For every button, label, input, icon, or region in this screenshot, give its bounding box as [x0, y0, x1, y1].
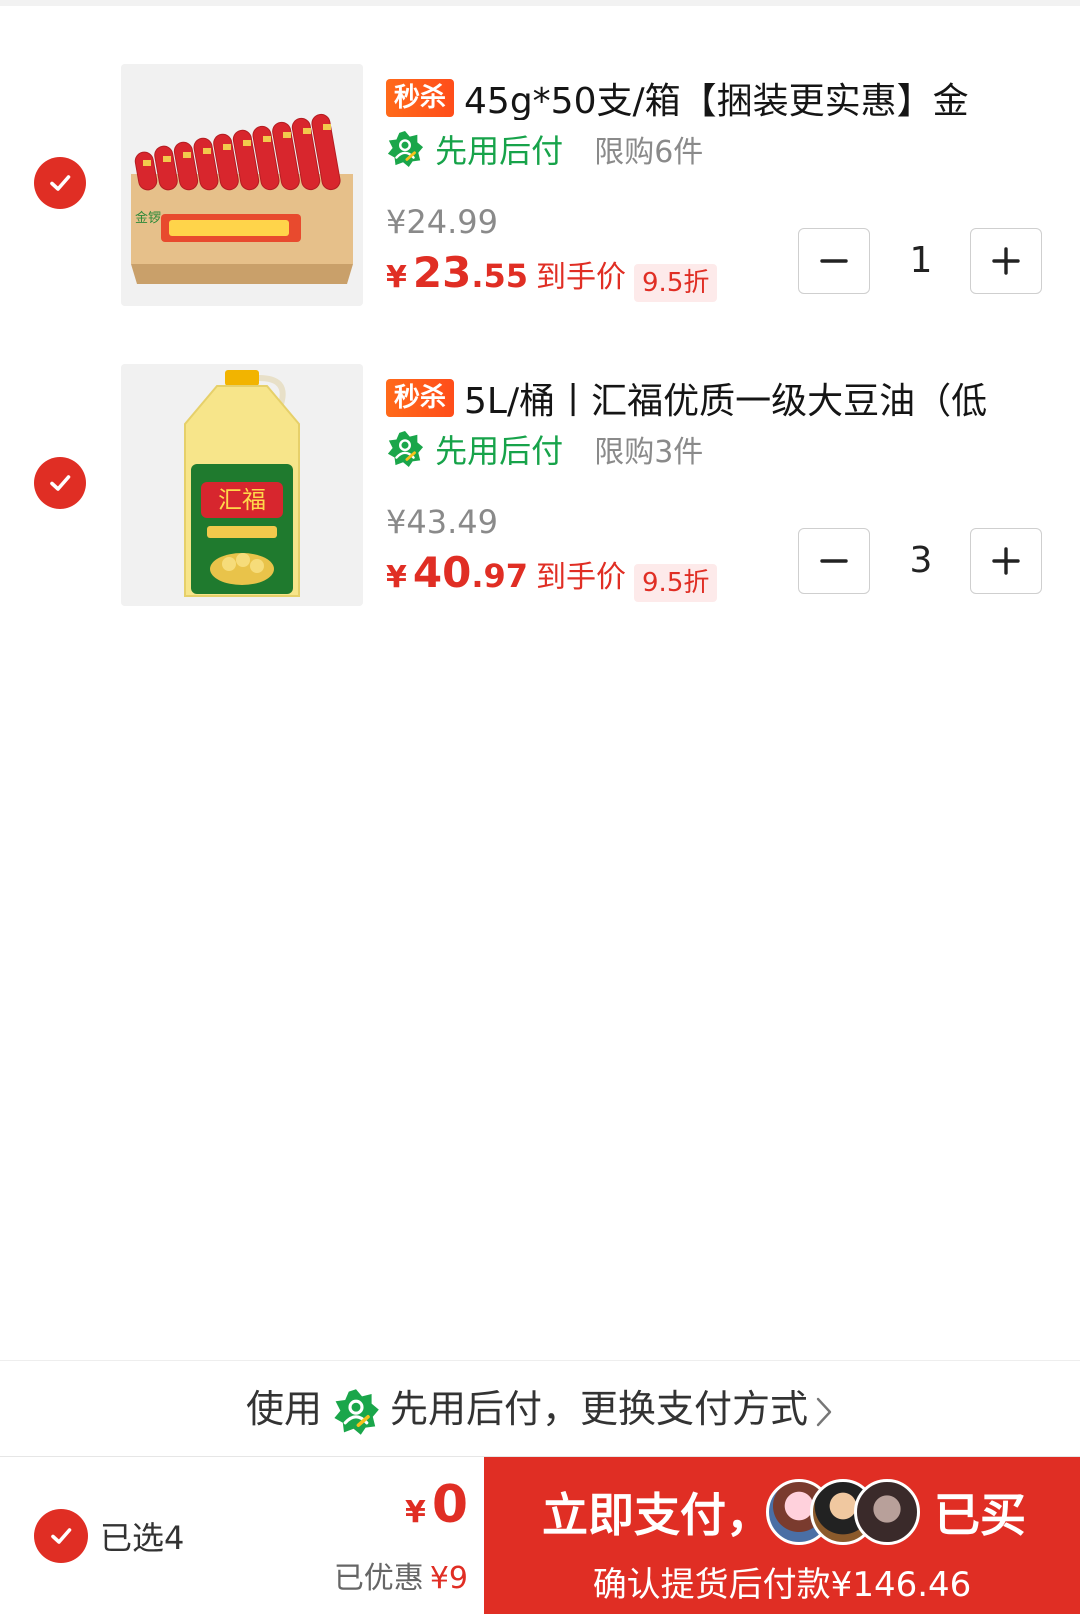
price-currency: ¥ [386, 260, 407, 295]
chevron-right-icon [816, 1397, 832, 1426]
payment-method-switch[interactable]: 使用 先用后付，更换支付方式 [0, 1360, 1080, 1457]
final-price-row: ¥40.97 到手价 9.5折 [386, 548, 718, 602]
discount-badge: 9.5折 [634, 563, 718, 602]
pay-after-delivery-note: 确认提货后付款¥146.46 [592, 1565, 972, 1605]
total-amount: 0 [431, 1475, 468, 1535]
svg-text:汇福: 汇福 [218, 486, 266, 514]
pay-later-row: 先用后付 限购3件 [386, 426, 703, 470]
checkout-bar: 已选4 ¥0 已优惠 ¥9 立即支付， 已买 确认提货后付款¥146.46 [0, 1456, 1080, 1614]
item-checkbox[interactable] [34, 157, 86, 209]
product-title[interactable]: 45g*50支/箱【捆装更实惠】金 [464, 72, 969, 120]
flash-sale-tag: 秒杀 [386, 79, 455, 117]
payment-method-prefix: 使用 [245, 1387, 322, 1431]
price-currency: ¥ [386, 560, 407, 595]
quantity-value[interactable]: 1 [874, 228, 968, 294]
increase-quantity-button[interactable] [970, 528, 1042, 594]
quantity-stepper: 3 [798, 528, 1044, 596]
saved-amount: ¥9 [429, 1561, 468, 1596]
check-icon [51, 1528, 72, 1544]
purchase-limit: 限购3件 [594, 435, 704, 470]
price-label: 到手价 [536, 260, 627, 295]
cart-item: 金锣 秒杀 45g*50支/箱【捆装更实惠】金 先用后付 限购6件 ¥24.99… [0, 60, 1080, 310]
item-checkbox[interactable] [34, 457, 86, 509]
check-icon [50, 475, 71, 491]
quantity-value[interactable]: 3 [874, 528, 968, 594]
quantity-stepper: 1 [798, 228, 1044, 296]
select-all-checkbox[interactable] [34, 1509, 88, 1563]
increase-quantity-button[interactable] [970, 228, 1042, 294]
pay-later-badge-icon [334, 1388, 379, 1435]
product-image-sausage[interactable]: 金锣 [121, 64, 363, 306]
original-price: ¥43.49 [386, 503, 498, 541]
price-decimal: .55 [471, 257, 529, 295]
minus-icon [820, 259, 848, 263]
plus-icon [992, 247, 1020, 275]
pay-later-text: 先用后付 [435, 132, 564, 170]
purchase-limit: 限购6件 [594, 135, 704, 170]
total-price: ¥0 [405, 1475, 468, 1535]
pay-later-row: 先用后付 限购6件 [386, 126, 703, 170]
payment-method-text: 先用后付，更换支付方式 [390, 1387, 809, 1431]
product-title-row[interactable]: 秒杀 45g*50支/箱【捆装更实惠】金 [386, 72, 1070, 120]
buyer-avatars [766, 1479, 926, 1549]
cart-item: 汇福 秒杀 5L/桶丨汇福优质一级大豆油（低 先用后付 限购3件 ¥43.49 ¥… [0, 360, 1080, 610]
discount-badge: 9.5折 [634, 263, 718, 302]
pay-later-badge-icon [387, 130, 424, 168]
pay-later-badge-icon [387, 430, 424, 468]
decrease-quantity-button[interactable] [798, 528, 870, 594]
price-integer: 23 [412, 248, 472, 297]
decrease-quantity-button[interactable] [798, 228, 870, 294]
already-bought-label: 已买 [934, 1488, 1026, 1542]
saved-label: 已优惠 [333, 1561, 424, 1596]
price-decimal: .97 [471, 557, 529, 595]
flash-sale-tag: 秒杀 [386, 379, 455, 417]
original-price: ¥24.99 [386, 203, 498, 241]
pay-now-label: 立即支付， [542, 1488, 772, 1542]
total-currency: ¥ [404, 1495, 426, 1530]
saved-amount-row: 已优惠 ¥9 [334, 1553, 468, 1597]
top-divider [0, 0, 1080, 6]
pay-later-text: 先用后付 [435, 432, 564, 470]
product-image-oil[interactable]: 汇福 [121, 364, 363, 606]
price-integer: 40 [412, 548, 472, 597]
plus-icon [992, 547, 1020, 575]
price-label: 到手价 [536, 560, 627, 595]
minus-icon [820, 559, 848, 563]
pay-now-button[interactable]: 立即支付， 已买 确认提货后付款¥146.46 [484, 1457, 1080, 1614]
svg-text:金锣: 金锣 [135, 210, 161, 226]
product-title-row[interactable]: 秒杀 5L/桶丨汇福优质一级大豆油（低 [386, 372, 1070, 420]
selected-count: 已选4 [100, 1519, 185, 1557]
product-title[interactable]: 5L/桶丨汇福优质一级大豆油（低 [464, 372, 987, 420]
avatar [854, 1479, 920, 1545]
final-price-row: ¥23.55 到手价 9.5折 [386, 248, 718, 302]
check-icon [50, 175, 71, 191]
